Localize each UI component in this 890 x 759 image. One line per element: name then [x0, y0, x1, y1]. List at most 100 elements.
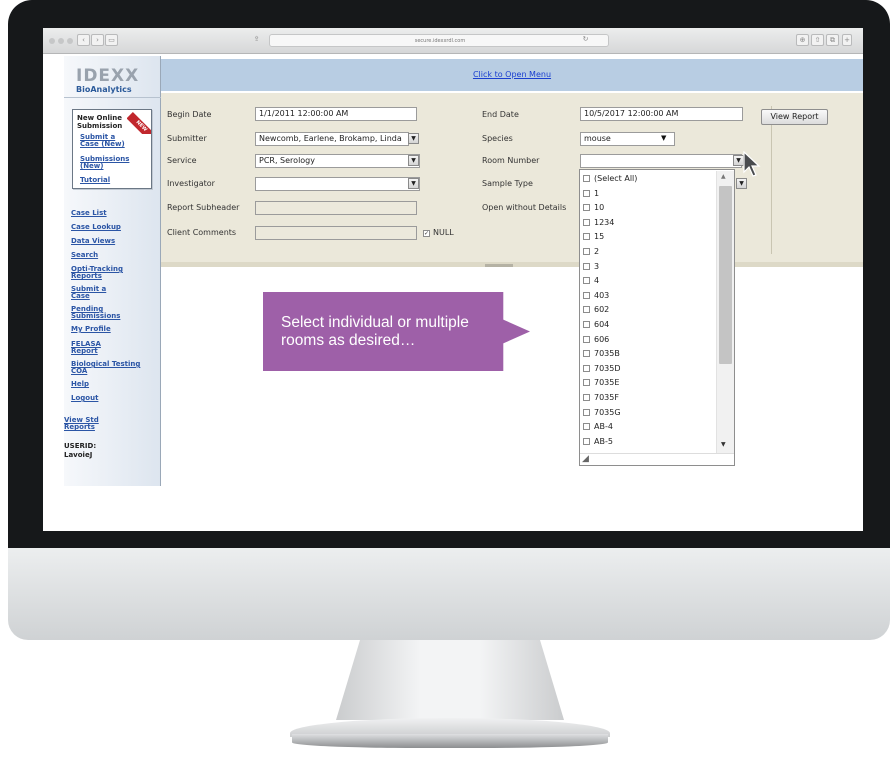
- client-comments-input[interactable]: [255, 226, 417, 240]
- room-option-checkbox[interactable]: [583, 321, 590, 328]
- room-option-checkbox[interactable]: [583, 204, 590, 212]
- submit-case-new-link[interactable]: Submit a Case (New): [80, 134, 132, 148]
- sample-type-dropdown-icon[interactable]: ▼: [736, 178, 747, 189]
- room-option-checkbox[interactable]: [583, 350, 590, 358]
- room-option[interactable]: 7035F: [583, 391, 715, 405]
- investigator-select[interactable]: [255, 177, 420, 191]
- room-option-checkbox[interactable]: [583, 248, 590, 255]
- room-option-label: 403: [594, 290, 610, 300]
- submitter-select[interactable]: Newcomb, Earlene, Brokamp, Linda: [255, 132, 409, 146]
- callout-text: Select individual or multiple rooms as d…: [281, 314, 469, 349]
- nav-my-profile[interactable]: My Profile: [71, 326, 157, 333]
- room-option[interactable]: 403: [583, 289, 715, 303]
- room-option[interactable]: (Select All): [583, 172, 715, 186]
- room-option[interactable]: 606: [583, 333, 715, 347]
- nav-help[interactable]: Help: [71, 381, 157, 388]
- sidebar-toggle-icon[interactable]: ▭: [105, 34, 118, 46]
- scroll-down-icon[interactable]: ▼: [721, 441, 726, 448]
- room-option[interactable]: 15: [583, 230, 715, 244]
- download-icon[interactable]: ⊕: [796, 34, 809, 46]
- room-option-checkbox[interactable]: [583, 306, 590, 314]
- room-option-checkbox[interactable]: [583, 218, 590, 226]
- room-option[interactable]: 604: [583, 318, 715, 332]
- nav-case-list[interactable]: Case List: [71, 210, 157, 217]
- room-option-checkbox[interactable]: [583, 335, 590, 343]
- address-bar[interactable]: secure.idexxrdl.com: [269, 34, 609, 47]
- service-dropdown-icon[interactable]: ▼: [408, 155, 419, 166]
- resize-grip-icon[interactable]: ◢: [582, 454, 589, 464]
- nav-submit-case[interactable]: Submit a Case: [71, 286, 113, 300]
- service-select[interactable]: PCR, Serology: [255, 154, 420, 168]
- room-option[interactable]: AB-4: [583, 420, 715, 434]
- tutorial-link[interactable]: Tutorial: [80, 177, 110, 184]
- room-option-checkbox[interactable]: [583, 379, 590, 387]
- nav-pending-submissions[interactable]: Pending Submissions: [71, 306, 133, 320]
- monitor-stand-base: [292, 734, 608, 748]
- room-option[interactable]: 1: [583, 187, 715, 201]
- nav-data-views[interactable]: Data Views: [71, 238, 157, 245]
- room-option-checkbox[interactable]: [583, 175, 590, 182]
- room-option-checkbox[interactable]: [583, 233, 590, 241]
- nav-biological-testing-coa[interactable]: Biological Testing COA: [71, 361, 141, 375]
- room-option-label: 2: [594, 247, 600, 256]
- room-option-label: 7035E: [594, 378, 620, 388]
- begin-date-input[interactable]: 1/1/2011 12:00:00 AM: [255, 107, 417, 121]
- end-date-input[interactable]: 10/5/2017 12:00:00 AM: [580, 107, 743, 121]
- room-option-checkbox[interactable]: [583, 423, 590, 431]
- room-option[interactable]: 3: [583, 260, 715, 274]
- null-checkbox[interactable]: ✓: [423, 230, 430, 237]
- nav-search[interactable]: Search: [71, 252, 157, 259]
- nav-view-std-reports[interactable]: View Std Reports: [64, 417, 110, 431]
- room-option[interactable]: 1234: [583, 216, 715, 230]
- room-option[interactable]: 7035E: [583, 376, 715, 390]
- room-option-checkbox[interactable]: [583, 364, 590, 372]
- room-option-checkbox[interactable]: [583, 291, 590, 299]
- window-maximize-icon[interactable]: [67, 38, 73, 44]
- room-option[interactable]: 10: [583, 201, 715, 215]
- room-option-label: 4: [594, 276, 600, 286]
- dropdown-scrollbar[interactable]: ▲ ▼: [716, 171, 734, 453]
- room-option-checkbox[interactable]: [583, 189, 590, 197]
- reload-icon[interactable]: ↻: [579, 34, 592, 46]
- report-subheader-input[interactable]: [255, 201, 417, 215]
- room-option[interactable]: AB-5: [583, 435, 715, 449]
- submissions-new-link[interactable]: Submissions (New): [80, 156, 132, 170]
- nav-case-lookup[interactable]: Case Lookup: [71, 224, 157, 231]
- room-option-label: 606: [594, 334, 610, 344]
- room-option[interactable]: 7035G: [583, 406, 715, 420]
- new-tab-icon[interactable]: +: [842, 34, 852, 46]
- room-option[interactable]: 2: [583, 245, 715, 259]
- room-option-checkbox[interactable]: [583, 408, 590, 416]
- room-option-checkbox[interactable]: [583, 437, 590, 445]
- room-option-checkbox[interactable]: [583, 277, 590, 285]
- room-option-checkbox[interactable]: [583, 262, 590, 270]
- room-option[interactable]: 4: [583, 274, 715, 288]
- scroll-up-icon[interactable]: ▲: [721, 173, 726, 180]
- url-text: secure.idexxrdl.com: [414, 38, 466, 44]
- submitter-label: Submitter: [167, 134, 207, 143]
- nav-felasa-report[interactable]: FELASA Report: [71, 341, 111, 355]
- room-option-label: 1: [594, 188, 600, 198]
- room-option[interactable]: 7035D: [583, 362, 715, 376]
- share-icon[interactable]: ⇪: [250, 34, 263, 46]
- scrollbar-thumb[interactable]: [719, 186, 732, 364]
- room-option[interactable]: 7035B: [583, 347, 715, 361]
- back-icon[interactable]: ‹: [77, 34, 90, 46]
- species-dropdown-icon[interactable]: ▼: [661, 134, 666, 142]
- open-menu-link[interactable]: Click to Open Menu: [161, 59, 863, 91]
- forward-icon[interactable]: ›: [91, 34, 104, 46]
- nav-logout[interactable]: Logout: [71, 395, 157, 402]
- room-number-select[interactable]: [580, 154, 742, 168]
- investigator-dropdown-icon[interactable]: ▼: [408, 178, 419, 189]
- share-button-icon[interactable]: ⇧: [811, 34, 824, 46]
- view-report-button[interactable]: View Report: [761, 109, 828, 125]
- submitter-dropdown-icon[interactable]: ▼: [408, 133, 419, 144]
- window-close-icon[interactable]: [49, 38, 55, 44]
- window-minimize-icon[interactable]: [58, 38, 64, 44]
- room-option-checkbox[interactable]: [583, 394, 590, 401]
- nav-opti-tracking-reports[interactable]: Opti-Tracking Reports: [71, 266, 123, 280]
- room-option[interactable]: 602: [583, 303, 715, 317]
- collapse-handle[interactable]: [485, 264, 513, 267]
- tabs-icon[interactable]: ⧉: [826, 34, 839, 46]
- room-number-label: Room Number: [482, 156, 540, 165]
